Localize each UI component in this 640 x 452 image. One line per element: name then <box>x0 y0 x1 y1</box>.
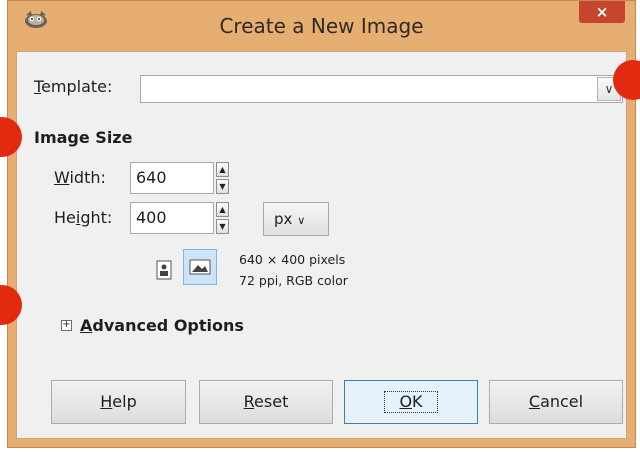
portrait-button[interactable] <box>149 255 179 285</box>
advanced-options-toggle[interactable]: Advanced Options <box>80 316 244 335</box>
template-dropdown[interactable]: ∨ <box>140 75 623 103</box>
width-input[interactable]: 640 <box>130 162 214 194</box>
expand-icon[interactable]: + <box>61 320 72 331</box>
height-input[interactable]: 400 <box>130 202 214 234</box>
unit-value: px <box>274 210 293 228</box>
landscape-icon <box>189 259 211 275</box>
width-label: Width: <box>54 168 106 187</box>
decrement-icon[interactable]: ▼ <box>216 219 229 234</box>
increment-icon[interactable]: ▲ <box>216 202 229 217</box>
reset-button[interactable]: Reset <box>199 380 333 424</box>
image-resolution-info: 72 ppi, RGB color <box>239 273 348 288</box>
close-button[interactable]: × <box>579 1 625 23</box>
portrait-icon <box>156 260 172 280</box>
image-dimensions-info: 640 × 400 pixels <box>239 252 346 267</box>
title-bar[interactable]: Create a New Image × <box>8 1 635 51</box>
width-stepper[interactable]: ▲ ▼ <box>216 162 229 194</box>
help-button[interactable]: Help <box>51 380 186 424</box>
unit-dropdown[interactable]: px ∨ <box>263 202 329 236</box>
dialog-content: Template: ∨ Image Size Width: 640 ▲ ▼ He… <box>16 51 627 439</box>
landscape-button[interactable] <box>183 249 217 285</box>
template-label: Template: <box>34 77 113 96</box>
image-size-heading: Image Size <box>34 128 133 147</box>
height-stepper[interactable]: ▲ ▼ <box>216 202 229 234</box>
cancel-button[interactable]: Cancel <box>489 380 623 424</box>
dialog-title: Create a New Image <box>219 14 424 38</box>
height-label: Height: <box>54 208 113 227</box>
close-icon: × <box>595 3 609 21</box>
decrement-icon[interactable]: ▼ <box>216 179 229 194</box>
chevron-down-icon: ∨ <box>297 214 306 227</box>
increment-icon[interactable]: ▲ <box>216 162 229 177</box>
ok-button[interactable]: OK <box>344 380 478 424</box>
dialog-window: Create a New Image × Template: ∨ Image S… <box>7 0 636 448</box>
